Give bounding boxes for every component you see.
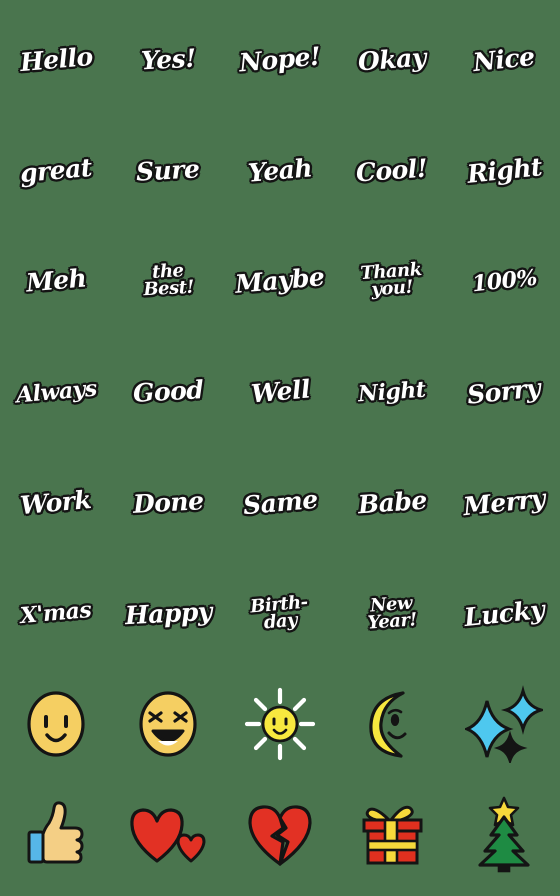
sticker-cell-yeah[interactable]: Yeah (224, 115, 336, 226)
sticker-cell-well[interactable]: Well (224, 336, 336, 447)
sticker-cell-christmas-tree[interactable] (448, 779, 560, 890)
sticker-cell-crescent-moon-face[interactable] (336, 669, 448, 780)
thumbs-up-icon (27, 800, 84, 864)
sticker-cell-thank-you[interactable]: Thank you! (336, 226, 448, 337)
sticker-cell-nope[interactable]: Nope! (224, 4, 336, 115)
sticker-cell-two-hearts[interactable] (112, 779, 224, 890)
sticker-cell-sparkles[interactable] (448, 669, 560, 780)
sticker-cell-done[interactable]: Done (112, 447, 224, 558)
word-sticker-happy: Happy (123, 595, 214, 631)
word-sticker-hello: Hello (17, 40, 95, 78)
sticker-cell-right[interactable]: Right (448, 115, 560, 226)
sticker-cell-thumbs-up[interactable] (0, 779, 112, 890)
sticker-cell-new-year[interactable]: New Year! (336, 558, 448, 669)
word-sticker-maybe: Maybe (233, 261, 327, 300)
sticker-sheet: Hello Yes! Nope! Okay Nice great Sure Ye… (0, 0, 560, 896)
crescent-moon-face-icon (369, 691, 407, 758)
sparkles-icon (465, 685, 543, 763)
sticker-cell-meh[interactable]: Meh (0, 226, 112, 337)
sticker-cell-merry[interactable]: Merry (448, 447, 560, 558)
sticker-cell-night[interactable]: Night (336, 336, 448, 447)
word-sticker-lucky: Lucky (461, 593, 547, 633)
sticker-cell-hello[interactable]: Hello (0, 4, 112, 115)
word-sticker-same: Same (240, 483, 319, 521)
word-sticker-great: great (18, 151, 95, 189)
sticker-cell-yes[interactable]: Yes! (112, 4, 224, 115)
sticker-cell-good[interactable]: Good (112, 336, 224, 447)
sticker-cell-lucky[interactable]: Lucky (448, 558, 560, 669)
christmas-tree-icon (478, 796, 530, 872)
word-sticker-thank-you: Thank you! (359, 258, 424, 302)
sticker-cell-the-best[interactable]: the Best! (112, 226, 224, 337)
broken-heart-icon (248, 804, 312, 866)
word-sticker-yes: Yes! (139, 42, 198, 76)
word-sticker-hundred: 100% (469, 263, 539, 298)
word-sticker-okay: Okay (356, 41, 428, 77)
sticker-cell-okay[interactable]: Okay (336, 4, 448, 115)
word-sticker-yeah: Yeah (246, 152, 315, 189)
gift-box-icon (362, 805, 423, 865)
sticker-cell-nice[interactable]: Nice (448, 4, 560, 115)
sticker-cell-always[interactable]: Always (0, 336, 112, 447)
word-sticker-nice: Nice (471, 40, 538, 78)
sun-face-icon (244, 687, 316, 760)
sticker-cell-happy[interactable]: Happy (112, 558, 224, 669)
sticker-cell-babe[interactable]: Babe (336, 447, 448, 558)
sticker-cell-same[interactable]: Same (224, 447, 336, 558)
word-sticker-night: Night (356, 375, 428, 408)
word-sticker-sure: Sure (134, 153, 201, 188)
word-sticker-meh: Meh (23, 263, 88, 300)
sticker-cell-work[interactable]: Work (0, 447, 112, 558)
word-sticker-sorry: Sorry (465, 372, 543, 411)
word-sticker-work: Work (18, 484, 94, 522)
sticker-cell-cool[interactable]: Cool! (336, 115, 448, 226)
sticker-cell-gift-box[interactable] (336, 779, 448, 890)
sticker-cell-birthday[interactable]: Birth- day (224, 558, 336, 669)
word-sticker-babe: Babe (355, 484, 428, 520)
word-sticker-new-year: New Year! (366, 591, 419, 634)
word-sticker-well: Well (248, 373, 312, 410)
sticker-cell-sun-face[interactable] (224, 669, 336, 780)
word-sticker-nope: Nope! (237, 40, 323, 79)
word-sticker-the-best: the Best! (141, 259, 195, 301)
laughing-face-icon (139, 691, 197, 757)
word-sticker-right: Right (464, 150, 544, 189)
sticker-cell-maybe[interactable]: Maybe (224, 226, 336, 337)
word-sticker-birthday: Birth- day (248, 590, 310, 634)
sticker-cell-hundred[interactable]: 100% (448, 226, 560, 337)
two-hearts-icon (130, 808, 206, 863)
smiley-face-icon (27, 691, 85, 757)
sticker-cell-sorry[interactable]: Sorry (448, 336, 560, 447)
sticker-cell-broken-heart[interactable] (224, 779, 336, 890)
word-sticker-xmas: X'mas (18, 596, 94, 631)
word-sticker-cool: Cool! (354, 152, 430, 188)
word-sticker-always: Always (13, 374, 98, 410)
word-sticker-merry: Merry (460, 482, 547, 522)
sticker-cell-laughing-face[interactable] (112, 669, 224, 780)
sticker-cell-smiley-face[interactable] (0, 669, 112, 780)
word-sticker-done: Done (131, 485, 205, 520)
sticker-cell-sure[interactable]: Sure (112, 115, 224, 226)
sticker-cell-great[interactable]: great (0, 115, 112, 226)
sticker-cell-xmas[interactable]: X'mas (0, 558, 112, 669)
word-sticker-good: Good (131, 374, 205, 409)
